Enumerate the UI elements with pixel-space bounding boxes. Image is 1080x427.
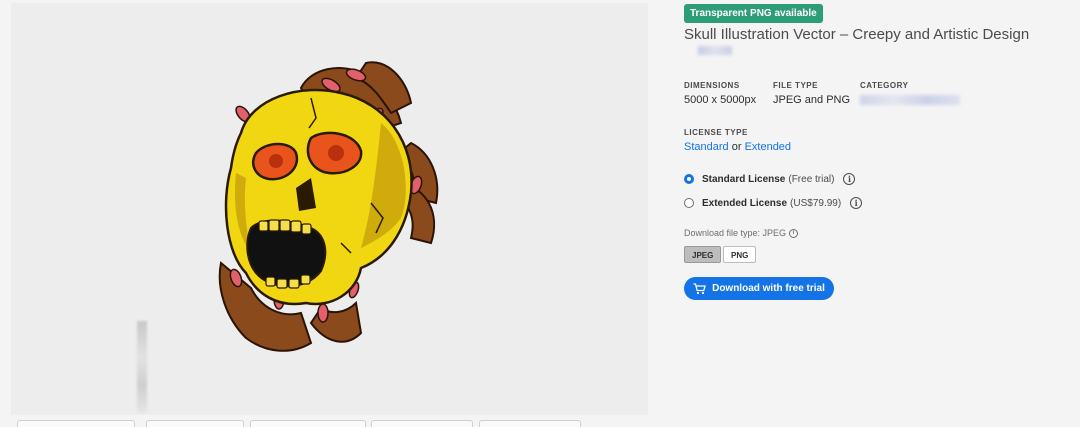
- extended-license-link[interactable]: Extended: [745, 141, 791, 153]
- radio-standard[interactable]: [684, 174, 694, 184]
- dimensions-label: DIMENSIONS: [684, 81, 740, 90]
- license-type-links: Standard or Extended: [684, 141, 791, 153]
- info-icon[interactable]: i: [843, 173, 856, 185]
- download-file-type-label: Download file type: JPEG: [684, 228, 787, 238]
- download-button-label: Download with free trial: [712, 283, 825, 294]
- standard-license-option[interactable]: Standard License (Free trial) i: [684, 171, 856, 187]
- standard-license-name: Standard License: [702, 173, 786, 185]
- format-png-button[interactable]: PNG: [723, 246, 757, 263]
- download-file-type: Download file type: JPEG i: [684, 228, 799, 238]
- extended-license-note: (US$79.99): [790, 197, 842, 209]
- skull-illustration: [218, 61, 439, 352]
- license-type-label: LICENSE TYPE: [684, 128, 748, 137]
- info-icon[interactable]: i: [789, 228, 799, 238]
- standard-license-note: (Free trial): [788, 173, 835, 185]
- or-text: or: [731, 141, 742, 153]
- format-jpeg-button[interactable]: JPEG: [684, 246, 722, 263]
- transparent-png-badge: Transparent PNG available: [684, 4, 823, 23]
- extended-license-name: Extended License: [702, 197, 788, 209]
- dimensions-value: 5000 x 5000px: [684, 94, 757, 106]
- file-type-label: FILE TYPE: [773, 81, 818, 90]
- download-button[interactable]: Download with free trial: [684, 277, 834, 300]
- extended-license-option[interactable]: Extended License (US$79.99) i: [684, 195, 863, 211]
- file-type-value: JPEG and PNG: [773, 94, 851, 106]
- category-label: CATEGORY: [860, 81, 909, 90]
- category-link[interactable]: [860, 95, 960, 105]
- cart-icon: [693, 282, 706, 294]
- radio-extended[interactable]: [684, 198, 694, 208]
- blurred-overlay: [137, 321, 147, 413]
- info-icon[interactable]: i: [850, 197, 863, 209]
- image-preview[interactable]: [11, 3, 648, 415]
- author-link[interactable]: [698, 46, 732, 55]
- asset-title: Skull Illustration Vector – Creepy and A…: [684, 26, 1030, 43]
- standard-license-link[interactable]: Standard: [684, 141, 729, 153]
